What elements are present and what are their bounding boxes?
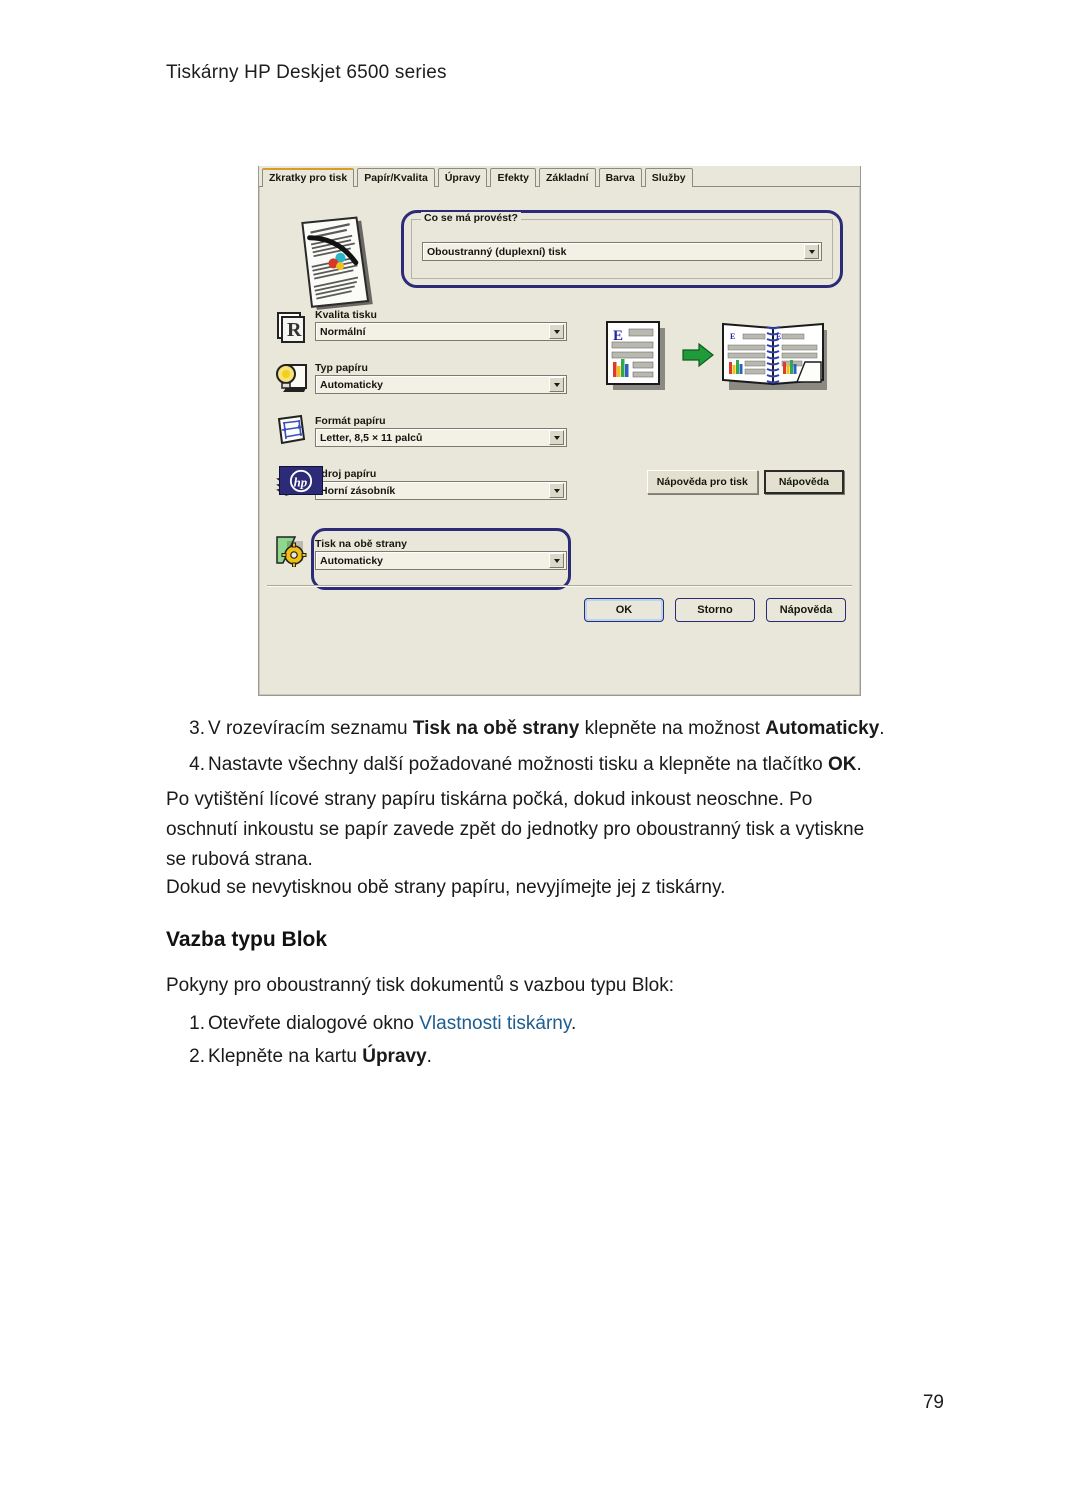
- svg-text:E: E: [730, 332, 735, 341]
- print-both-sides-combobox[interactable]: Automaticky: [315, 551, 567, 570]
- tab-2[interactable]: Úpravy: [437, 167, 488, 187]
- paper-type-value: Automaticky: [320, 378, 384, 391]
- page-header: Tiskárny HP Deskjet 6500 series: [166, 62, 447, 83]
- dialog-action-buttons: OK Storno Nápověda: [584, 598, 846, 622]
- setting-label: Tisk na obě strany: [315, 538, 408, 550]
- setting-label: Typ papíru: [315, 362, 368, 374]
- what-to-do-value: Oboustranný (duplexní) tisk: [427, 245, 567, 258]
- what-to-do-combobox[interactable]: Oboustranný (duplexní) tisk: [422, 242, 822, 261]
- setting-paper-source: Zdroj papíru Horní zásobník: [315, 468, 567, 500]
- print-both-sides-value: Automaticky: [320, 554, 384, 567]
- svg-text:E: E: [613, 328, 623, 344]
- paper-source-combobox[interactable]: Horní zásobník: [315, 481, 567, 500]
- hp-logo: hp: [279, 466, 323, 495]
- duplex-preview-illustration: E E E: [606, 321, 827, 390]
- tab-0[interactable]: Zkratky pro tisk: [262, 167, 355, 187]
- print-quality-value: Normální: [320, 325, 366, 338]
- ok-button[interactable]: OK: [584, 598, 664, 622]
- list-item-text: Nastavte všechny další požadované možnos…: [208, 754, 862, 775]
- svg-text:hp: hp: [294, 474, 308, 489]
- setting-print-both-sides: Tisk na obě strany Automaticky: [315, 538, 567, 570]
- svg-text:R: R: [287, 319, 302, 341]
- dialog-separator: [267, 585, 852, 587]
- paragraph-line: se rubová strana.: [166, 849, 313, 870]
- page-number: 79: [922, 1392, 944, 1413]
- setting-paper-size: Formát papíru Letter, 8,5 × 11 palců: [315, 415, 567, 447]
- duplex-gear-icon: [276, 536, 307, 567]
- what-to-do-groupbox: Co se má provést? Oboustranný (duplexní)…: [411, 212, 833, 279]
- tab-4[interactable]: Základní: [538, 167, 596, 187]
- dialog-tabstrip: Zkratky pro tisk Papír/Kvalita Úpravy Efekt…: [259, 166, 860, 187]
- tab-1[interactable]: Papír/Kvalita: [357, 167, 435, 187]
- chevron-down-icon[interactable]: [549, 430, 564, 445]
- paper-source-value: Horní zásobník: [320, 484, 396, 497]
- lightbulb-paper-type-icon: [276, 364, 307, 392]
- link-printer-properties[interactable]: Vlastnosti tiskárny: [419, 1013, 571, 1034]
- setting-label: Zdroj papíru: [315, 468, 377, 480]
- print-quality-icon: R: [277, 312, 305, 343]
- list-item-text: V rozevíracím seznamu Tisk na obě strany…: [208, 718, 885, 739]
- paper-size-icon: [277, 414, 306, 445]
- paragraph-line: oschnutí inkoustu se papír zavede zpět d…: [166, 819, 865, 840]
- chevron-down-icon[interactable]: [549, 324, 564, 339]
- paragraph-ink-dry: Po vytištění lícové strany papíru tiskár…: [166, 785, 956, 875]
- list-item-text: Klepněte na kartu Úpravy.: [208, 1046, 432, 1067]
- chevron-down-icon[interactable]: [549, 483, 564, 498]
- paragraph-intro: Pokyny pro oboustranný tisk dokumentů s …: [166, 975, 674, 996]
- setting-paper-type: Typ papíru Automaticky: [315, 362, 567, 394]
- chevron-down-icon[interactable]: [549, 377, 564, 392]
- panel-help-buttons: Nápověda pro tisk Nápověda: [646, 470, 844, 494]
- print-quality-combobox[interactable]: Normální: [315, 322, 567, 341]
- paper-type-combobox[interactable]: Automaticky: [315, 375, 567, 394]
- setting-label: Formát papíru: [315, 415, 386, 427]
- green-right-arrow-icon: [682, 342, 714, 368]
- tab-5[interactable]: Barva: [598, 167, 642, 187]
- tab-6[interactable]: Služby: [644, 167, 693, 187]
- hp-logo-icon: hp: [289, 469, 313, 492]
- dialog-body: Co se má provést? Oboustranný (duplexní)…: [259, 187, 860, 630]
- setting-print-quality: Kvalita tisku Normální: [315, 309, 567, 341]
- paper-size-value: Letter, 8,5 × 11 palců: [320, 431, 423, 444]
- paragraph-do-not-remove: Dokud se nevytisknou obě strany papíru, …: [166, 877, 726, 898]
- paper-size-combobox[interactable]: Letter, 8,5 × 11 palců: [315, 428, 567, 447]
- what-to-do-label: Co se má provést?: [421, 212, 521, 224]
- list-item-text: Otevřete dialogové okno Vlastnosti tiská…: [208, 1013, 577, 1034]
- chevron-down-icon[interactable]: [804, 244, 819, 259]
- list-item-number: 3.: [189, 718, 205, 739]
- list-item-number: 1.: [189, 1013, 205, 1034]
- list-item-number: 2.: [189, 1046, 205, 1067]
- paragraph-line: Po vytištění lícové strany papíru tiskár…: [166, 789, 813, 810]
- cancel-button[interactable]: Storno: [675, 598, 755, 622]
- setting-label: Kvalita tisku: [315, 309, 377, 321]
- tab-3[interactable]: Efekty: [490, 167, 536, 187]
- section-heading: Vazba typu Blok: [166, 928, 328, 951]
- print-help-button[interactable]: Nápověda pro tisk: [646, 470, 758, 494]
- help-button[interactable]: Nápověda: [766, 598, 846, 622]
- help-button-panel[interactable]: Nápověda: [763, 470, 844, 494]
- printer-properties-dialog: Zkratky pro tisk Papír/Kvalita Úpravy Efekt…: [258, 166, 861, 696]
- list-item-number: 4.: [189, 754, 205, 775]
- chevron-down-icon[interactable]: [549, 553, 564, 568]
- document-illustration-icon: [301, 216, 373, 310]
